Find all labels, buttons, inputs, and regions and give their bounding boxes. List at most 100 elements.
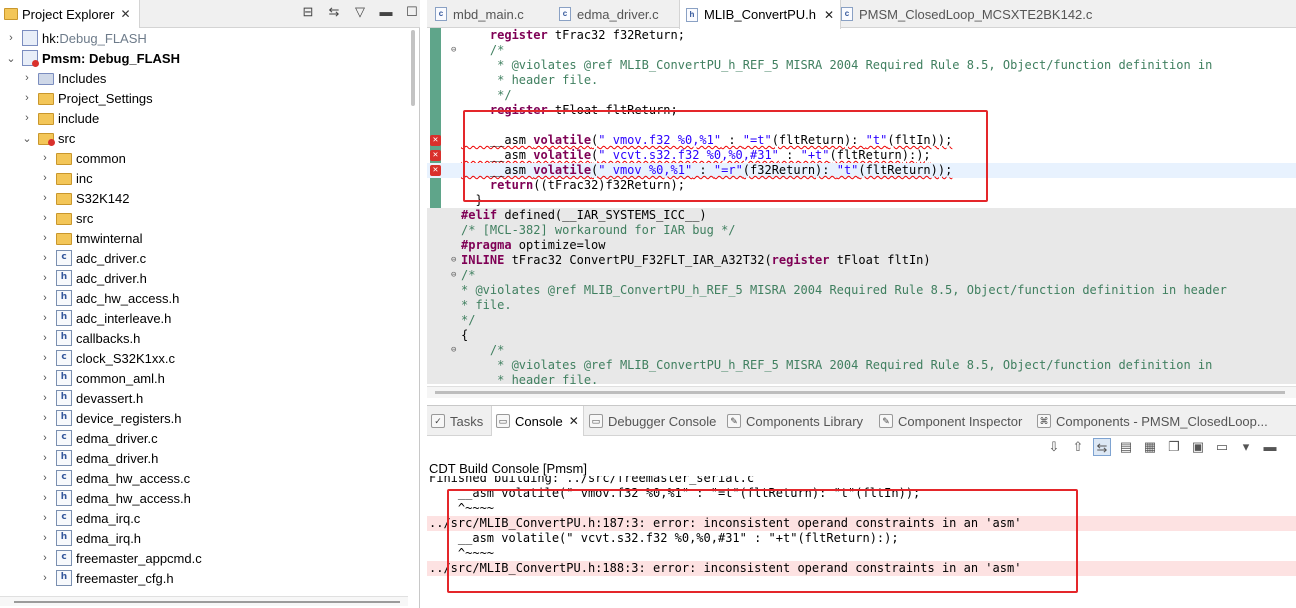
- chevron-right-icon[interactable]: ›: [38, 192, 52, 204]
- code-line[interactable]: /* [MCL-382] workaround for IAR bug */: [427, 223, 1296, 238]
- tree-item[interactable]: › h adc_driver.h: [0, 268, 408, 288]
- tree-item[interactable]: › tmwinternal: [0, 228, 408, 248]
- console-output[interactable]: Finished building: ../src/freemaster_ser…: [427, 476, 1296, 608]
- tree-item[interactable]: › c clock_S32K1xx.c: [0, 348, 408, 368]
- editor-tab[interactable]: c PMSM_ClosedLoop_MCSXTE2BK142.c: [835, 0, 1098, 28]
- code-line[interactable]: * @violates @ref MLIB_ConvertPU_h_REF_5 …: [427, 283, 1296, 298]
- tab-project-explorer[interactable]: Project Explorer ✕: [0, 0, 140, 28]
- chevron-right-icon[interactable]: ›: [38, 412, 52, 424]
- code-line[interactable]: ⊖ INLINE tFrac32 ConvertPU_F32FLT_IAR_A32…: [427, 253, 1296, 268]
- chevron-right-icon[interactable]: ›: [38, 552, 52, 564]
- chevron-right-icon[interactable]: ›: [38, 472, 52, 484]
- tree-item[interactable]: › c adc_driver.c: [0, 248, 408, 268]
- code-line[interactable]: return((tFrac32)f32Return);: [427, 178, 1296, 193]
- tree-item[interactable]: › h edma_hw_access.h: [0, 488, 408, 508]
- tree-item[interactable]: › inc: [0, 168, 408, 188]
- tree-item[interactable]: › src: [0, 208, 408, 228]
- chevron-right-icon[interactable]: ›: [4, 32, 18, 44]
- scroll-lock-icon[interactable]: ⇆: [1093, 438, 1111, 456]
- close-icon[interactable]: ✕: [569, 414, 579, 428]
- explorer-vertical-scrollbar[interactable]: [411, 30, 415, 106]
- console-tab[interactable]: ✎ Component Inspector: [875, 406, 1026, 436]
- minimize-icon[interactable]: ▬: [378, 4, 394, 20]
- editor-tab[interactable]: c edma_driver.c: [553, 0, 665, 28]
- error-marker-icon[interactable]: ✕: [430, 135, 441, 146]
- fold-toggle-icon[interactable]: ⊖: [451, 343, 456, 358]
- code-line[interactable]: */: [427, 88, 1296, 103]
- chevron-right-icon[interactable]: ›: [38, 332, 52, 344]
- code-area[interactable]: register tFrac32 f32Return; ⊖ /* * @viola…: [427, 28, 1296, 384]
- chevron-right-icon[interactable]: ›: [38, 572, 52, 584]
- close-icon[interactable]: ✕: [120, 7, 130, 21]
- collapse-all-icon[interactable]: ⊟: [300, 4, 316, 20]
- tree-item[interactable]: › h edma_irq.h: [0, 528, 408, 548]
- chevron-right-icon[interactable]: ›: [38, 432, 52, 444]
- open-console-icon[interactable]: ▭: [1213, 438, 1231, 456]
- view-menu-icon[interactable]: ▽: [352, 4, 368, 20]
- chevron-right-icon[interactable]: ›: [38, 252, 52, 264]
- fold-toggle-icon[interactable]: ⊖: [451, 268, 456, 283]
- code-line[interactable]: * header file.: [427, 373, 1296, 384]
- code-line[interactable]: #pragma optimize=low: [427, 238, 1296, 253]
- tree-item[interactable]: › h device_registers.h: [0, 408, 408, 428]
- code-line[interactable]: ✕ __asm volatile(" vcvt.s32.f32 %0,%0,#3…: [427, 148, 1296, 163]
- tree-item[interactable]: › Project_Settings: [0, 88, 408, 108]
- chevron-right-icon[interactable]: ›: [38, 212, 52, 224]
- console-tab[interactable]: ✓ Tasks: [427, 406, 487, 436]
- tree-item[interactable]: › h common_aml.h: [0, 368, 408, 388]
- chevron-right-icon[interactable]: ›: [38, 512, 52, 524]
- code-line[interactable]: * file.: [427, 298, 1296, 313]
- tree-item[interactable]: › c freemaster_appcmd.c: [0, 548, 408, 568]
- link-editor-icon[interactable]: ⇆: [326, 4, 342, 20]
- code-line[interactable]: }: [427, 193, 1296, 208]
- minimize-icon[interactable]: ▬: [1261, 438, 1279, 456]
- editor-horizontal-scrollbar[interactable]: [427, 386, 1296, 398]
- tree-item[interactable]: › c edma_hw_access.c: [0, 468, 408, 488]
- console-tab[interactable]: ▭ Console ✕: [491, 406, 584, 436]
- chevron-right-icon[interactable]: ›: [38, 232, 52, 244]
- fold-toggle-icon[interactable]: ⊖: [451, 253, 456, 268]
- console-tab[interactable]: ▭ Debugger Console: [585, 406, 720, 436]
- code-line[interactable]: ✕ __asm volatile(" vmov %0,%1" : "=r"(f3…: [427, 163, 1296, 178]
- dropdown-chevron-icon[interactable]: ▾: [1237, 438, 1255, 456]
- code-line[interactable]: ✕ __asm volatile(" vmov.f32 %0,%1" : "=t…: [427, 133, 1296, 148]
- chevron-right-icon[interactable]: ›: [38, 452, 52, 464]
- code-line[interactable]: ⊖ /*: [427, 343, 1296, 358]
- chevron-right-icon[interactable]: ›: [38, 532, 52, 544]
- tree-item[interactable]: › include: [0, 108, 408, 128]
- chevron-right-icon[interactable]: ›: [38, 292, 52, 304]
- scroll-up-icon[interactable]: ⇧: [1069, 438, 1087, 456]
- tree-item[interactable]: › c edma_irq.c: [0, 508, 408, 528]
- scroll-down-icon[interactable]: ⇩: [1045, 438, 1063, 456]
- tree-item[interactable]: › h devassert.h: [0, 388, 408, 408]
- editor-tab[interactable]: h MLIB_ConvertPU.h ✕: [679, 0, 842, 29]
- chevron-right-icon[interactable]: ›: [20, 92, 34, 104]
- chevron-right-icon[interactable]: ›: [38, 492, 52, 504]
- chevron-down-icon[interactable]: ⌄: [4, 52, 18, 65]
- close-icon[interactable]: ✕: [824, 8, 834, 22]
- tree-item[interactable]: › h adc_hw_access.h: [0, 288, 408, 308]
- error-marker-icon[interactable]: ✕: [430, 150, 441, 161]
- tree-item[interactable]: › Includes: [0, 68, 408, 88]
- code-line[interactable]: * @violates @ref MLIB_ConvertPU_h_REF_5 …: [427, 58, 1296, 73]
- code-line[interactable]: [427, 118, 1296, 133]
- tree-item[interactable]: ⌄ src: [0, 128, 408, 148]
- code-line[interactable]: register tFloat fltReturn;: [427, 103, 1296, 118]
- chevron-right-icon[interactable]: ›: [20, 112, 34, 124]
- chevron-right-icon[interactable]: ›: [20, 72, 34, 84]
- chevron-right-icon[interactable]: ›: [38, 372, 52, 384]
- code-line[interactable]: */: [427, 313, 1296, 328]
- clear-console-icon[interactable]: ▤: [1117, 438, 1135, 456]
- chevron-down-icon[interactable]: ⌄: [20, 132, 34, 145]
- copy-icon[interactable]: ❐: [1165, 438, 1183, 456]
- console-tab[interactable]: ⌘ Components - PMSM_ClosedLoop...: [1033, 406, 1272, 436]
- editor-tab[interactable]: c mbd_main.c: [429, 0, 530, 28]
- maximize-icon[interactable]: ☐: [404, 4, 420, 20]
- code-line[interactable]: #elif defined(__IAR_SYSTEMS_ICC__): [427, 208, 1296, 223]
- code-line[interactable]: * @violates @ref MLIB_ConvertPU_h_REF_5 …: [427, 358, 1296, 373]
- chevron-right-icon[interactable]: ›: [38, 172, 52, 184]
- code-line[interactable]: ⊖ /*: [427, 43, 1296, 58]
- tree-item[interactable]: › h callbacks.h: [0, 328, 408, 348]
- chevron-right-icon[interactable]: ›: [38, 312, 52, 324]
- tree-item[interactable]: › h edma_driver.h: [0, 448, 408, 468]
